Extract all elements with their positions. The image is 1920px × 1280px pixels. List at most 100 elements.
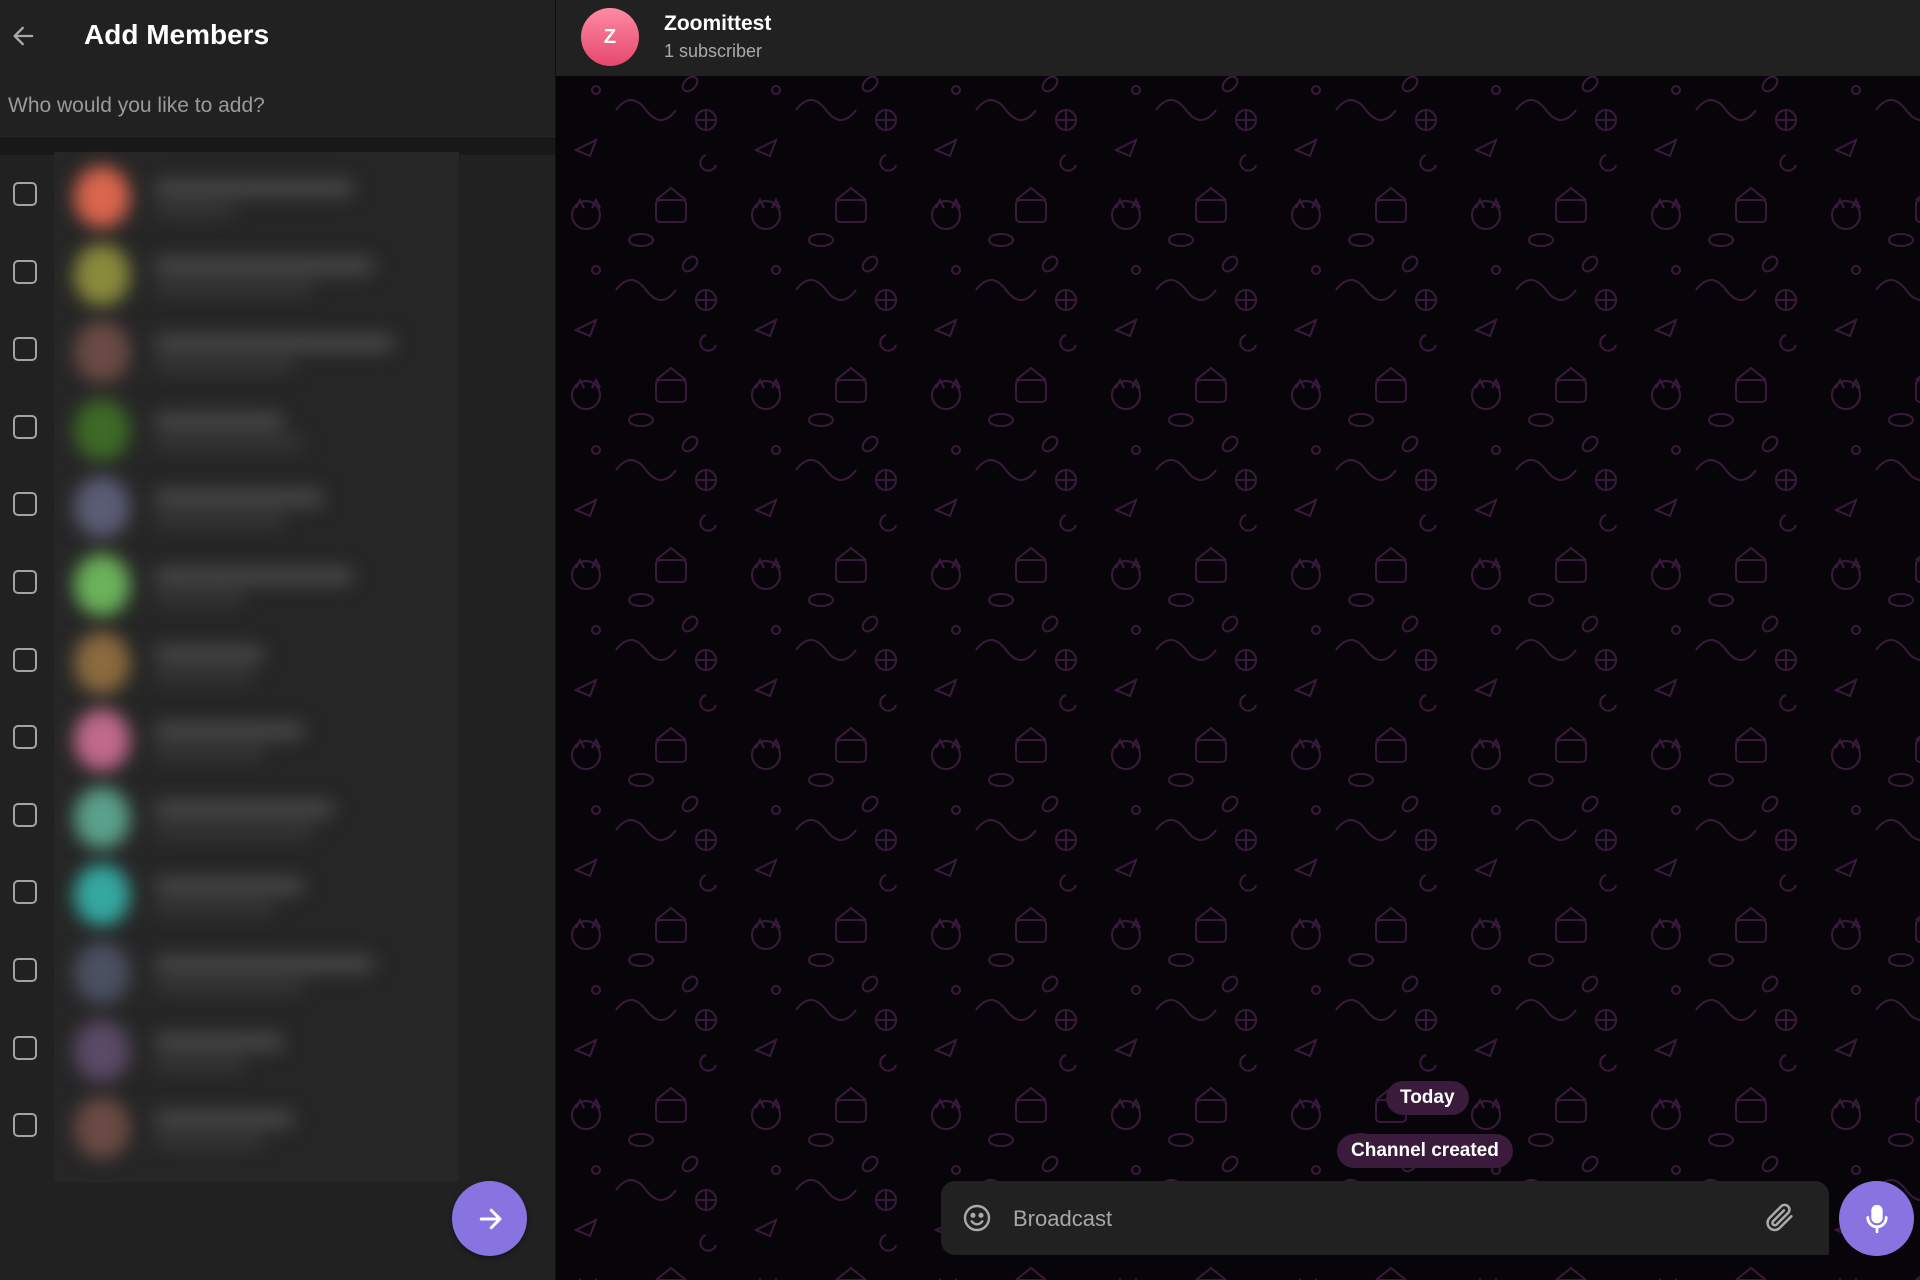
blurred-contact (54, 546, 459, 624)
channel-title[interactable]: Zoomittest (664, 12, 771, 36)
contact-status-placeholder (154, 281, 314, 294)
blurred-contact (54, 391, 459, 469)
contact-checkbox[interactable] (13, 1035, 37, 1060)
contact-status-placeholder (154, 592, 244, 604)
contact-avatar (74, 786, 130, 849)
contact-avatar (74, 942, 130, 1004)
contact-checkbox[interactable] (13, 414, 37, 439)
contact-name-placeholder (154, 412, 284, 429)
blurred-contact (54, 624, 459, 702)
contact-name-placeholder (154, 645, 264, 662)
contact-status-placeholder (154, 747, 264, 760)
chat-wallpaper (556, 0, 1920, 1280)
contact-avatar (74, 166, 130, 228)
contact-row[interactable] (0, 313, 555, 391)
contact-name-placeholder (154, 257, 374, 274)
contact-checkbox[interactable] (13, 1113, 37, 1138)
contact-row[interactable] (0, 468, 555, 546)
contact-checkbox[interactable] (13, 647, 37, 672)
blurred-contact (54, 701, 459, 779)
date-separator: Today (1386, 1081, 1469, 1115)
contact-avatar (74, 398, 130, 461)
contact-row[interactable] (0, 1012, 555, 1090)
smile-icon[interactable] (961, 1202, 993, 1234)
contact-row[interactable] (0, 856, 555, 934)
blurred-contact (54, 1012, 459, 1090)
blurred-contact (54, 313, 459, 391)
chat-header[interactable]: Z Zoomittest 1 subscriber (556, 0, 1920, 76)
contact-name-placeholder (154, 723, 304, 740)
blurred-contact (54, 856, 459, 934)
contact-status-placeholder (154, 436, 304, 449)
contact-status-placeholder (154, 514, 284, 527)
blurred-contact (54, 236, 459, 314)
back-button[interactable] (4, 16, 44, 56)
contact-name-placeholder (154, 568, 354, 584)
contact-status-placeholder (154, 980, 304, 992)
contact-checkbox[interactable] (13, 802, 37, 827)
add-members-panel: Add Members (0, 0, 556, 1280)
contact-row[interactable] (0, 701, 555, 779)
contact-row[interactable] (0, 1089, 555, 1167)
contact-checkbox[interactable] (13, 880, 37, 905)
contact-avatar (74, 321, 130, 384)
channel-avatar[interactable]: Z (581, 8, 639, 66)
contact-checkbox[interactable] (13, 958, 37, 982)
contact-row[interactable] (0, 624, 555, 702)
contact-row[interactable] (0, 158, 555, 236)
contact-checkbox[interactable] (13, 725, 37, 750)
panel-header: Add Members (0, 0, 555, 75)
contact-checkbox[interactable] (13, 182, 37, 206)
contact-status-placeholder (154, 824, 314, 837)
chat-area: Z Zoomittest 1 subscriber Today Channel … (556, 0, 1920, 1280)
contact-avatar (74, 1097, 130, 1160)
member-search-input[interactable] (0, 78, 555, 134)
blurred-contact (54, 468, 459, 546)
contact-name-placeholder (154, 1033, 284, 1050)
contact-avatar (74, 631, 130, 694)
contact-avatar (74, 864, 130, 927)
contact-name-placeholder (154, 335, 394, 352)
contact-status-placeholder (154, 204, 234, 216)
contact-status-placeholder (154, 1135, 264, 1148)
arrow-right-icon (479, 1208, 501, 1229)
contact-status-placeholder (154, 669, 254, 682)
contact-avatar (74, 554, 130, 616)
contact-checkbox[interactable] (13, 259, 37, 284)
service-message: Channel created (1337, 1134, 1513, 1168)
contact-row[interactable] (0, 236, 555, 314)
contact-checkbox[interactable] (13, 570, 37, 594)
paperclip-icon[interactable] (1763, 1200, 1797, 1234)
contact-checkbox[interactable] (13, 492, 37, 517)
blurred-contact (54, 779, 459, 857)
contact-name-placeholder (154, 800, 334, 817)
contact-avatar (74, 243, 130, 306)
contact-list (0, 154, 555, 1184)
contact-avatar (74, 709, 130, 772)
contact-name-placeholder (154, 180, 354, 196)
message-input[interactable] (1011, 1181, 1735, 1257)
contact-name-placeholder (154, 956, 374, 972)
contact-name-placeholder (154, 878, 304, 895)
contact-row[interactable] (0, 779, 555, 857)
blurred-contact (54, 934, 459, 1012)
contact-row[interactable] (0, 391, 555, 469)
contact-avatar (74, 476, 130, 539)
contact-avatar (74, 1019, 130, 1082)
message-composer (941, 1181, 1829, 1257)
contact-checkbox[interactable] (13, 337, 37, 362)
panel-title: Add Members (84, 19, 270, 50)
contact-name-placeholder (154, 490, 324, 507)
blurred-contact (54, 158, 459, 236)
blurred-contact (54, 1089, 459, 1167)
next-button[interactable] (452, 1181, 527, 1256)
contact-name-placeholder (154, 1111, 294, 1128)
arrow-left-icon (13, 26, 34, 46)
microphone-icon (1865, 1204, 1888, 1233)
channel-subscriber-count: 1 subscriber (664, 41, 763, 61)
voice-record-button[interactable] (1839, 1181, 1914, 1256)
contact-row[interactable] (0, 934, 555, 1012)
contact-status-placeholder (154, 1057, 244, 1070)
contact-status-placeholder (154, 359, 294, 372)
contact-row[interactable] (0, 546, 555, 624)
